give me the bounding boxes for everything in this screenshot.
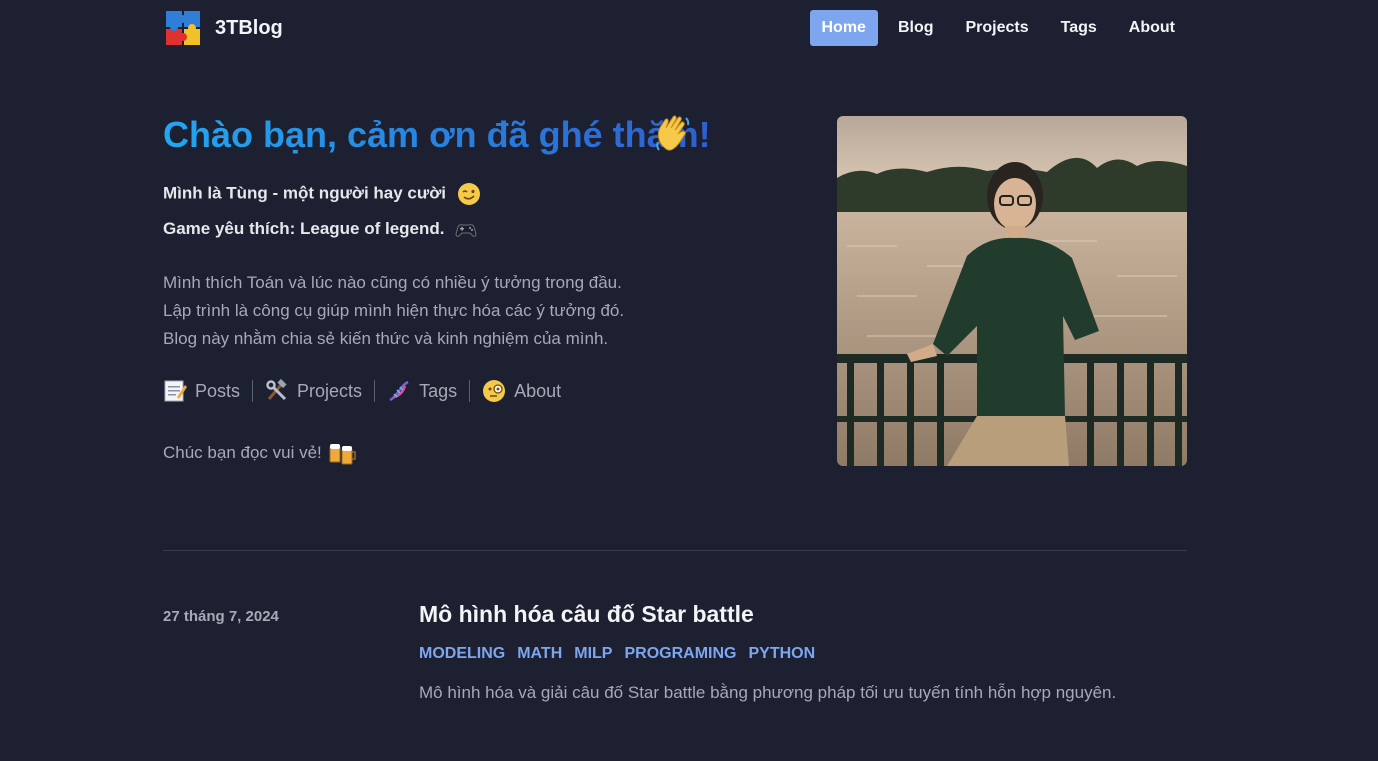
description-line: Lập trình là công cụ giúp mình hiện thực… bbox=[163, 301, 625, 320]
description-line: Blog này nhằm chia sẻ kiến thức và kinh … bbox=[163, 329, 609, 348]
hammer-wrench-icon bbox=[266, 379, 287, 401]
memo-icon bbox=[164, 380, 187, 402]
dna-icon bbox=[389, 380, 409, 402]
site-header: 3TBlog Home Blog Projects Tags About bbox=[163, 0, 1187, 56]
quick-link-label: Projects bbox=[297, 380, 363, 401]
nav-home[interactable]: Home bbox=[809, 10, 878, 46]
game-controller-icon bbox=[455, 223, 477, 237]
beer-mugs-icon bbox=[329, 444, 356, 465]
tag-python[interactable]: PYTHON bbox=[748, 645, 815, 663]
tag-milp[interactable]: MILP bbox=[574, 645, 612, 663]
intro-line-1-text: Mình là Tùng - một người hay cười bbox=[163, 183, 447, 203]
hero-description: Mình thích Toán và lúc nào cũng có nhiều… bbox=[163, 269, 624, 353]
closing-line: Chúc bạn đọc vui vẻ! bbox=[163, 440, 356, 466]
intro-line-2-text: Game yêu thích: League of legend. bbox=[163, 219, 445, 238]
quick-link-label: About bbox=[514, 380, 562, 401]
intro-line-2: Game yêu thích: League of legend. bbox=[163, 219, 477, 239]
winking-face-icon bbox=[457, 183, 480, 205]
nav-about[interactable]: About bbox=[1117, 10, 1187, 46]
nav-projects[interactable]: Projects bbox=[954, 10, 1041, 46]
link-separator bbox=[374, 380, 376, 402]
post-summary: Mô hình hóa và giải câu đố Star battle b… bbox=[419, 683, 1117, 702]
link-separator bbox=[252, 380, 254, 402]
profile-photo-image bbox=[837, 116, 1187, 466]
quick-links: Posts Projects Tags About bbox=[163, 379, 561, 403]
closing-text: Chúc bạn đọc vui vẻ! bbox=[163, 443, 322, 462]
hero-title: Chào bạn, cảm ơn đã ghé thăm! bbox=[163, 114, 711, 155]
section-divider bbox=[163, 550, 1187, 551]
post-title[interactable]: Mô hình hóa câu đố Star battle bbox=[419, 601, 754, 628]
main-nav: Home Blog Projects Tags About bbox=[802, 10, 1188, 46]
monocle-face-icon bbox=[483, 380, 506, 402]
quick-link-label: Tags bbox=[419, 380, 458, 401]
quick-link-projects[interactable]: Projects bbox=[265, 379, 362, 403]
tag-modeling[interactable]: MODELING bbox=[419, 645, 505, 663]
tag-programing[interactable]: PROGRAMING bbox=[624, 645, 736, 663]
post-date: 27 tháng 7, 2024 bbox=[163, 608, 279, 625]
waving-hand-icon bbox=[656, 115, 690, 151]
quick-link-label: Posts bbox=[195, 380, 241, 401]
nav-tags[interactable]: Tags bbox=[1049, 10, 1109, 46]
intro-line-1: Mình là Tùng - một người hay cười bbox=[163, 182, 481, 206]
post-tags: MODELING MATH MILP PROGRAMING PYTHON bbox=[419, 645, 827, 663]
profile-photo bbox=[837, 116, 1187, 466]
nav-blog[interactable]: Blog bbox=[886, 10, 946, 46]
puzzle-icon[interactable] bbox=[163, 8, 203, 48]
site-title[interactable]: 3TBlog bbox=[215, 17, 283, 40]
quick-link-tags[interactable]: Tags bbox=[387, 379, 457, 403]
quick-link-about[interactable]: About bbox=[482, 379, 561, 403]
description-line: Mình thích Toán và lúc nào cũng có nhiều… bbox=[163, 273, 622, 292]
tag-math[interactable]: MATH bbox=[517, 645, 562, 663]
quick-link-posts[interactable]: Posts bbox=[163, 379, 240, 403]
link-separator bbox=[469, 380, 471, 402]
